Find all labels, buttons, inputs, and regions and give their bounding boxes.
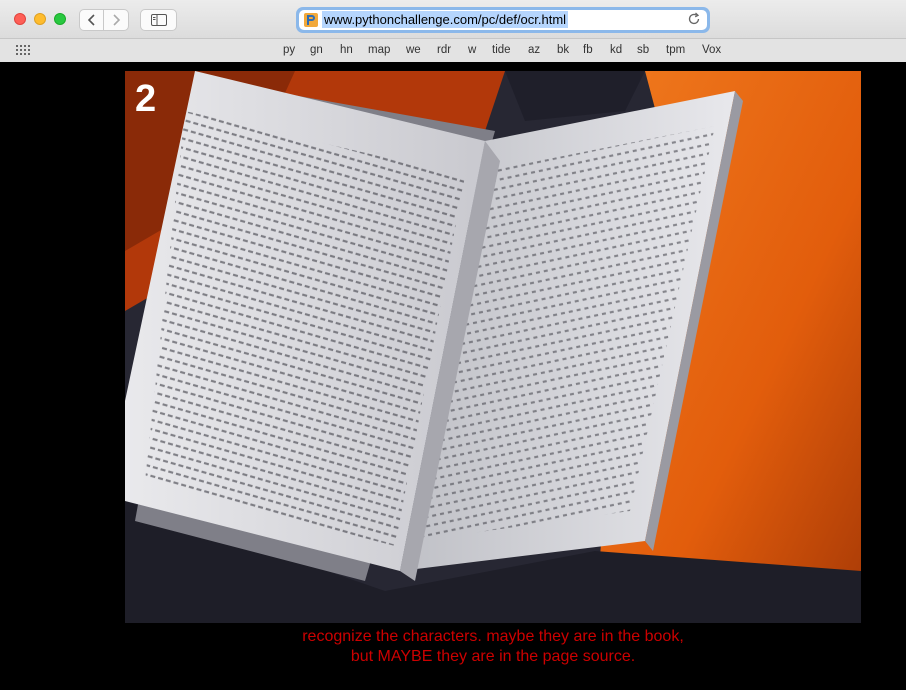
url-text[interactable]: www.pythonchallenge.com/pc/def/ocr.html <box>322 11 569 28</box>
grid-icon[interactable] <box>16 45 32 55</box>
hint-line-2: but MAYBE they are in the page source. <box>350 648 636 665</box>
sidebar-icon <box>150 14 167 26</box>
address-bar[interactable]: www.pythonchallenge.com/pc/def/ocr.html <box>296 7 710 33</box>
sidebar-toggle-button[interactable] <box>140 9 177 31</box>
bookmark-bk[interactable]: bk <box>557 42 569 58</box>
hint-line-1: recognize the characters. maybe they are… <box>302 628 684 645</box>
level-number: 2 <box>135 78 157 120</box>
bookmarks-bar: py gn hn map we rdr w tide az bk fb kd s… <box>0 39 906 62</box>
reload-icon[interactable] <box>687 12 701 26</box>
site-favicon-icon <box>304 13 318 27</box>
address-field[interactable]: www.pythonchallenge.com/pc/def/ocr.html <box>299 10 707 30</box>
chevron-left-icon <box>87 14 95 26</box>
page-content: 2 recognize the characters. maybe they a… <box>0 62 906 690</box>
bookmark-w[interactable]: w <box>468 42 476 58</box>
book-photo: 2 <box>125 71 861 623</box>
browser-chrome: www.pythonchallenge.com/pc/def/ocr.html … <box>0 0 906 63</box>
back-button[interactable] <box>79 9 104 31</box>
window-close-button[interactable] <box>14 13 26 25</box>
book-illustration <box>125 71 861 623</box>
bookmark-gn[interactable]: gn <box>310 42 323 58</box>
chevron-right-icon <box>113 14 121 26</box>
bookmark-hn[interactable]: hn <box>340 42 353 58</box>
bookmark-tide[interactable]: tide <box>492 42 511 58</box>
browser-toolbar: www.pythonchallenge.com/pc/def/ocr.html <box>0 0 906 39</box>
bookmark-map[interactable]: map <box>368 42 390 58</box>
bookmark-fb[interactable]: fb <box>583 42 593 58</box>
bookmark-kd[interactable]: kd <box>610 42 622 58</box>
window-minimize-button[interactable] <box>34 13 46 25</box>
bookmark-az[interactable]: az <box>528 42 540 58</box>
bookmark-py[interactable]: py <box>283 42 295 58</box>
bookmark-we[interactable]: we <box>406 42 421 58</box>
bookmark-rdr[interactable]: rdr <box>437 42 451 58</box>
forward-button[interactable] <box>104 9 129 31</box>
bookmark-sb[interactable]: sb <box>637 42 649 58</box>
hint-caption: recognize the characters. maybe they are… <box>125 627 861 667</box>
bookmark-vox[interactable]: Vox <box>702 42 721 58</box>
window-maximize-button[interactable] <box>54 13 66 25</box>
bookmark-tpm[interactable]: tpm <box>666 42 685 58</box>
